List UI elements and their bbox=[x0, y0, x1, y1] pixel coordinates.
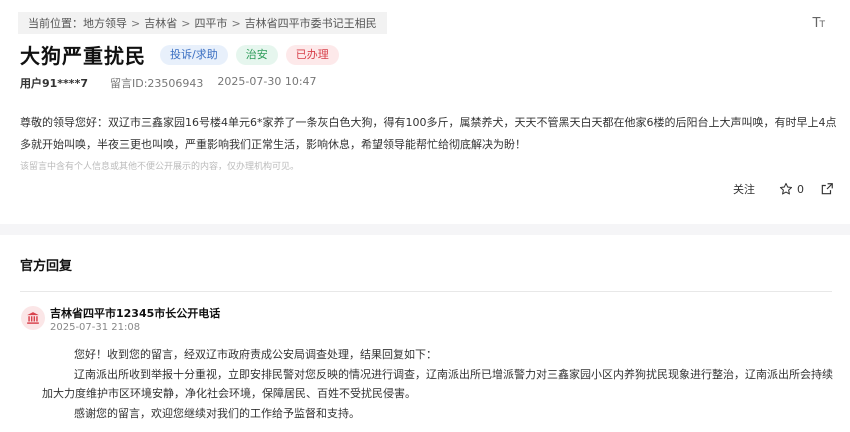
font-size-big-glyph: T bbox=[812, 16, 821, 31]
reply-paragraph: 您好！收到您的留言，经双辽市政府责成公安局调查处理，结果回复如下： bbox=[74, 348, 437, 361]
reply-time: 2025-07-31 21:08 bbox=[50, 322, 141, 333]
section-divider bbox=[0, 224, 850, 235]
privacy-notice: 该留言中含有个人信息或其他不便公开展示的内容，仅办理机构可见。 bbox=[20, 162, 300, 172]
star-icon bbox=[779, 182, 793, 195]
share-icon bbox=[821, 183, 833, 195]
breadcrumb-separator: > bbox=[181, 16, 191, 30]
official-reply-body: 您好！收到您的留言，经双辽市政府责成公安局调查处理，结果回复如下： 辽南派出所收… bbox=[42, 345, 838, 423]
message-time: 2025-07-30 10:47 bbox=[217, 75, 317, 88]
breadcrumb-separator: > bbox=[131, 16, 141, 30]
type-tag: 治安 bbox=[235, 44, 278, 65]
star-button[interactable]: 0 bbox=[779, 182, 804, 196]
breadcrumb-item-province[interactable]: 吉林省 bbox=[144, 15, 177, 31]
message-content: 尊敬的领导您好：双辽市三鑫家园16号楼4单元6*家养了一条灰白色大狗，得有100… bbox=[20, 116, 837, 151]
heading-divider bbox=[20, 291, 832, 292]
breadcrumb-item-leader[interactable]: 吉林省四平市委书记王相民 bbox=[245, 15, 377, 31]
government-building-icon bbox=[27, 312, 39, 324]
avatar bbox=[21, 306, 45, 330]
follow-button[interactable]: 关注 bbox=[733, 181, 755, 197]
message-id: 留言ID:23506943 bbox=[109, 77, 204, 90]
breadcrumb: 当前位置： 地方领导 > 吉林省 > 四平市 > 吉林省四平市委书记王相民 bbox=[18, 12, 387, 34]
font-size-small-glyph: T bbox=[819, 20, 825, 30]
message-meta: 用户91****7 留言ID:23506943 2025-07-30 10:47 bbox=[20, 75, 317, 91]
breadcrumb-item-city[interactable]: 四平市 bbox=[194, 15, 227, 31]
font-size-icon[interactable]: TT bbox=[812, 16, 825, 31]
share-button[interactable] bbox=[820, 182, 834, 196]
category-tag: 投诉/求助 bbox=[160, 44, 228, 65]
org-name: 吉林省四平市12345市长公开电话 bbox=[50, 307, 221, 320]
action-bar: 关注 0 bbox=[733, 181, 834, 197]
breadcrumb-prefix: 当前位置： bbox=[28, 17, 83, 30]
breadcrumb-separator: > bbox=[231, 16, 241, 30]
page-title: 大狗严重扰民 bbox=[20, 44, 146, 68]
reply-paragraph: 感谢您的留言，欢迎您继续对我们的工作给予监督和支持。 bbox=[74, 406, 360, 420]
status-badge: 已办理 bbox=[285, 44, 339, 65]
official-reply-heading: 官方回复 bbox=[20, 259, 73, 274]
user-name: 用户91****7 bbox=[20, 77, 88, 90]
star-count: 0 bbox=[797, 182, 804, 196]
reply-paragraph: 辽南派出所收到举报十分重视，立即安排民警对您反映的情况进行调查，辽南派出所已增派… bbox=[42, 367, 833, 401]
title-row: 大狗严重扰民 投诉/求助 治安 已办理 bbox=[20, 40, 347, 69]
breadcrumb-item-local-leaders[interactable]: 地方领导 bbox=[83, 15, 127, 31]
